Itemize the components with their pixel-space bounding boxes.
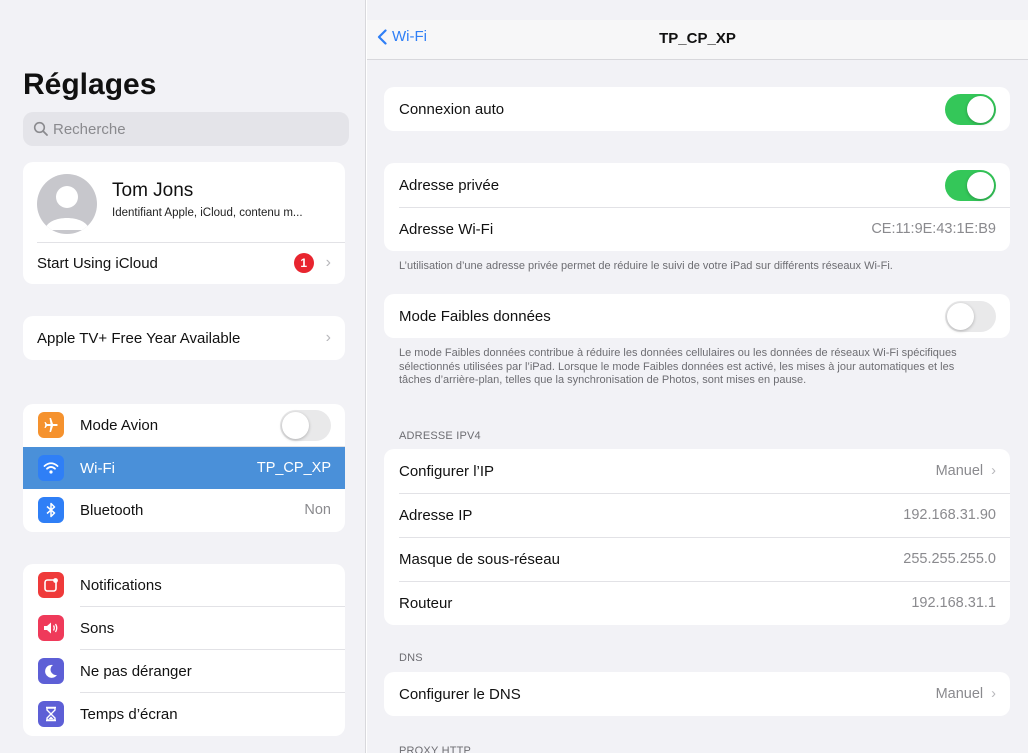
search-placeholder: Recherche: [53, 120, 126, 138]
sidebar-item-do-not-disturb[interactable]: Ne pas déranger: [23, 650, 345, 692]
low-data-note: Le mode Faibles données contribue à rédu…: [399, 347, 957, 386]
configure-dns-value: Manuel ›: [935, 686, 996, 702]
subnet-mask-label: Masque de sous-réseau: [399, 550, 560, 568]
apple-tv-promo-label: Apple TV+ Free Year Available: [37, 329, 241, 347]
bluetooth-icon: [38, 497, 64, 523]
page-title: Réglages: [23, 68, 157, 101]
network-title: TP_CP_XP: [659, 30, 736, 47]
router-value: 192.168.31.1: [911, 595, 996, 611]
low-data-row: Mode Faibles données: [384, 294, 1010, 338]
configure-ip-row[interactable]: Configurer l’IP Manuel ›: [384, 449, 1010, 493]
dns-card: Configurer le DNS Manuel ›: [384, 672, 1010, 716]
start-icloud-row[interactable]: Start Using iCloud 1 ›: [37, 242, 331, 284]
wifi-detail-pane: Wi-Fi TP_CP_XP Connexion auto Adresse pr…: [367, 0, 1028, 753]
sidebar-item-label: Mode Avion: [80, 416, 159, 434]
subnet-mask-row: Masque de sous-réseau 255.255.255.0: [384, 537, 1010, 581]
chevron-right-icon: ›: [991, 686, 996, 702]
avatar: [37, 174, 97, 234]
auto-join-toggle[interactable]: [945, 93, 996, 125]
auto-join-label: Connexion auto: [399, 100, 505, 118]
airplane-icon: [38, 412, 64, 438]
chevron-right-icon: ›: [325, 329, 331, 346]
moon-icon: [38, 658, 64, 684]
private-address-label: Adresse privée: [399, 176, 500, 194]
notifications-icon: [38, 572, 64, 598]
profile-subtitle: Identifiant Apple, iCloud, contenu m...: [112, 207, 303, 219]
sidebar-item-bluetooth[interactable]: Bluetooth Non: [23, 489, 345, 531]
sidebar-item-label: Notifications: [80, 576, 162, 594]
configure-dns-row[interactable]: Configurer le DNS Manuel ›: [384, 672, 1010, 716]
ipv4-card: Configurer l’IP Manuel › Adresse IP 192.1…: [384, 449, 1010, 625]
sounds-icon: [38, 615, 64, 641]
apple-tv-promo-row[interactable]: Apple TV+ Free Year Available ›: [23, 316, 345, 360]
router-row: Routeur 192.168.31.1: [384, 581, 1010, 625]
sidebar-item-airplane-mode[interactable]: Mode Avion: [23, 404, 345, 446]
sidebar-item-notifications[interactable]: Notifications: [23, 564, 345, 606]
wifi-icon: [38, 455, 64, 481]
router-label: Routeur: [399, 594, 453, 612]
start-icloud-label: Start Using iCloud: [37, 254, 158, 272]
profile-name: Tom Jons: [112, 180, 194, 201]
profile-card[interactable]: Tom Jons Identifiant Apple, iCloud, cont…: [23, 162, 345, 284]
sidebar-item-label: Sons: [80, 619, 115, 637]
navigation-bar: Wi-Fi TP_CP_XP: [367, 20, 1028, 60]
sidebar-item-wifi[interactable]: Wi-Fi TP_CP_XP: [23, 447, 345, 489]
person-icon: [45, 186, 89, 230]
wifi-address-label: Adresse Wi-Fi: [399, 220, 494, 238]
hourglass-icon: [38, 701, 64, 727]
sidebar-item-label: Temps d’écran: [80, 705, 178, 723]
sidebar: Réglages Recherche Tom Jons Identifiant …: [0, 0, 366, 753]
private-address-note: L’utilisation d’une adresse privée perme…: [399, 260, 893, 272]
auto-join-row: Connexion auto: [384, 87, 1010, 131]
chevron-right-icon: ›: [325, 254, 331, 271]
ip-address-label: Adresse IP: [399, 506, 473, 524]
low-data-card: Mode Faibles données: [384, 294, 1010, 338]
configure-ip-value: Manuel ›: [935, 463, 996, 479]
airplane-mode-toggle[interactable]: [280, 409, 331, 441]
auto-join-card: Connexion auto: [384, 87, 1010, 131]
search-icon: [33, 121, 48, 136]
connectivity-group: Mode Avion Wi-Fi TP_CP_XP Bluetooth Non: [23, 404, 345, 532]
sidebar-item-sounds[interactable]: Sons: [23, 607, 345, 649]
wifi-address-row: Adresse Wi-Fi CE:11:9E:43:1E:B9: [384, 207, 1010, 251]
subnet-mask-value: 255.255.255.0: [903, 551, 996, 567]
ip-address-value: 192.168.31.90: [903, 507, 996, 523]
ipv4-section-header: ADRESSE IPV4: [399, 430, 481, 442]
private-address-row: Adresse privée: [384, 163, 1010, 207]
configure-dns-label: Configurer le DNS: [399, 685, 521, 703]
configure-ip-label: Configurer l’IP: [399, 462, 495, 480]
low-data-toggle[interactable]: [945, 300, 996, 332]
sidebar-item-screen-time[interactable]: Temps d’écran: [23, 693, 345, 735]
notifications-group: Notifications Sons Ne pas déranger Temps…: [23, 564, 345, 736]
proxy-section-header: PROXY HTTP: [399, 745, 472, 753]
sidebar-item-label: Ne pas déranger: [80, 662, 192, 680]
wifi-address-value: CE:11:9E:43:1E:B9: [871, 221, 996, 237]
sidebar-item-value: TP_CP_XP: [256, 460, 331, 476]
ip-address-row: Adresse IP 192.168.31.90: [384, 493, 1010, 537]
sidebar-item-label: Wi-Fi: [80, 459, 115, 477]
search-input[interactable]: Recherche: [23, 112, 349, 146]
dns-section-header: DNS: [399, 652, 423, 664]
private-address-toggle[interactable]: [945, 169, 996, 201]
sidebar-item-value: Non: [304, 502, 331, 518]
notification-badge: 1: [293, 253, 314, 273]
low-data-label: Mode Faibles données: [399, 307, 551, 325]
private-address-card: Adresse privée Adresse Wi-Fi CE:11:9E:43…: [384, 163, 1010, 251]
sidebar-item-label: Bluetooth: [80, 501, 144, 519]
chevron-right-icon: ›: [991, 463, 996, 479]
